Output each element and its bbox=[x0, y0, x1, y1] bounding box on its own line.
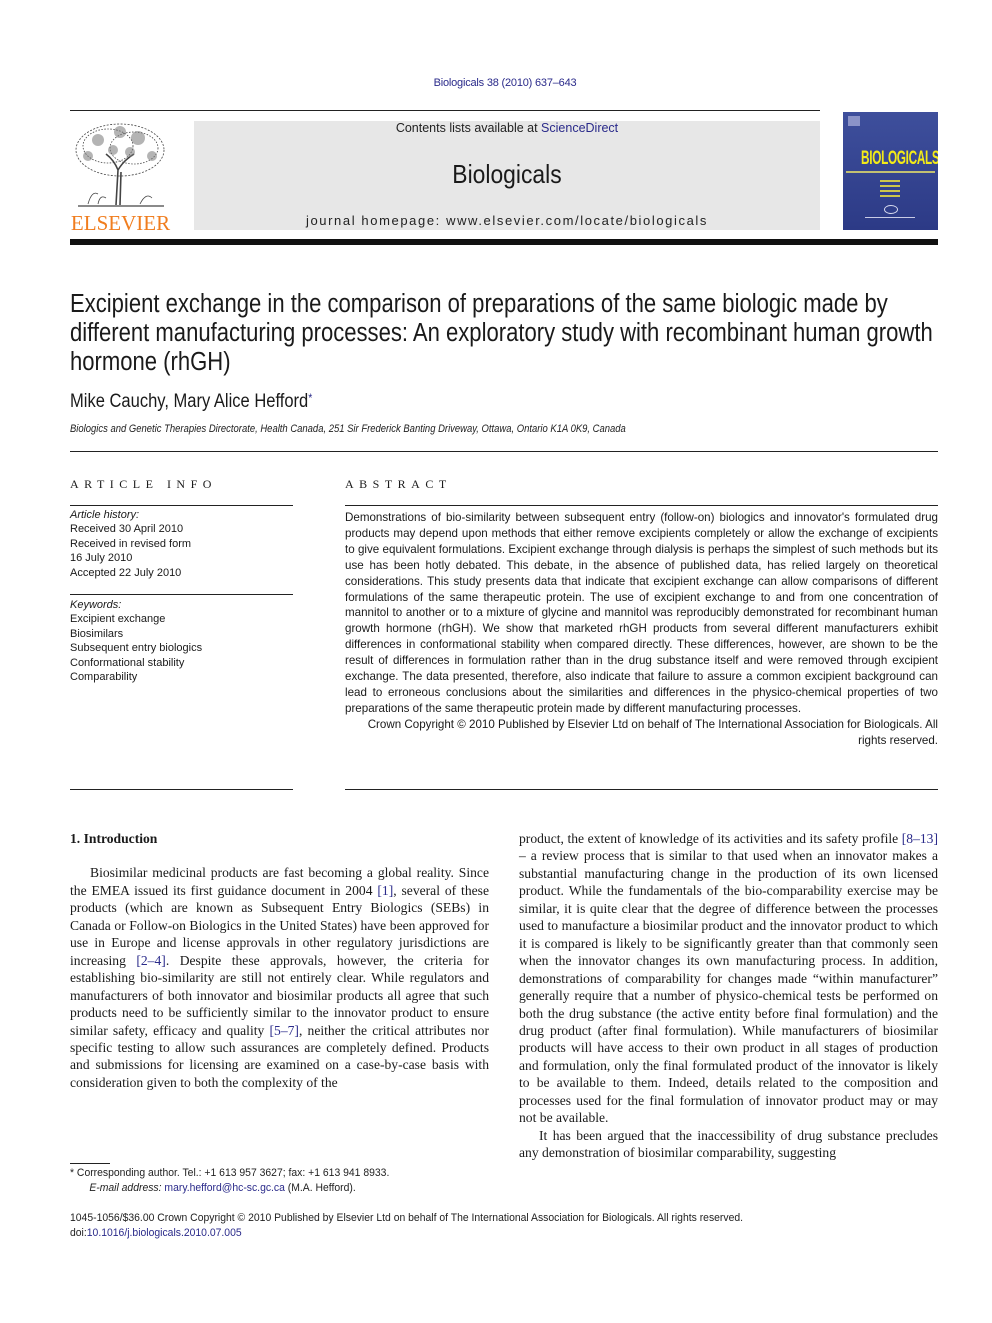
body-paragraph: Biosimilar medicinal products are fast b… bbox=[70, 864, 489, 1091]
issn-copyright-line: 1045-1056/$36.00 Crown Copyright © 2010 … bbox=[70, 1212, 744, 1224]
cover-emblem-icon bbox=[884, 205, 898, 214]
contents-line: Contents lists available at ScienceDirec… bbox=[194, 121, 820, 135]
history-item: 16 July 2010 bbox=[70, 552, 133, 565]
cover-text-line bbox=[880, 190, 900, 192]
body-text: product, the extent of knowledge of its … bbox=[519, 831, 902, 846]
keyword-item: Excipient exchange bbox=[70, 613, 166, 626]
history-item: Received in revised form bbox=[70, 537, 192, 550]
abstract-text: Demonstrations of bio-similarity between… bbox=[345, 511, 938, 715]
history-item: Received 30 April 2010 bbox=[70, 523, 184, 536]
cover-subtitle-bar bbox=[846, 171, 935, 173]
header-thick-rule bbox=[70, 239, 938, 245]
sciencedirect-link[interactable]: ScienceDirect bbox=[541, 121, 618, 135]
footnote-contact: * Corresponding author. Tel.: +1 613 957… bbox=[70, 1167, 390, 1179]
author-affiliation: Biologics and Genetic Therapies Director… bbox=[70, 423, 626, 435]
body-paragraph: It has been argued that the inaccessibil… bbox=[519, 1127, 938, 1161]
elsevier-wordmark: ELSEVIER bbox=[70, 211, 171, 235]
article-history: Article history: Received 30 April 2010 … bbox=[70, 508, 293, 580]
keywords-rule bbox=[70, 594, 293, 595]
abstract-heading: ABSTRACT bbox=[345, 477, 452, 491]
keywords-label: Keywords: bbox=[70, 599, 122, 611]
author-names: Mike Cauchy, Mary Alice Hefford bbox=[70, 391, 309, 412]
journal-homepage[interactable]: journal homepage: www.elsevier.com/locat… bbox=[194, 213, 820, 228]
keyword-item: Comparability bbox=[70, 671, 138, 684]
reference-link[interactable]: [1] bbox=[377, 883, 393, 898]
reference-link[interactable]: [8–13] bbox=[902, 831, 938, 846]
citation-link[interactable]: Biologicals 38 (2010) 637–643 bbox=[434, 77, 577, 89]
history-item: Accepted 22 July 2010 bbox=[70, 566, 182, 579]
history-label: Article history: bbox=[70, 509, 140, 521]
email-suffix: (M.A. Hefford). bbox=[284, 1182, 356, 1194]
elsevier-tree-icon bbox=[75, 123, 165, 207]
doi-label: doi: bbox=[70, 1227, 87, 1239]
keyword-item: Subsequent entry biologics bbox=[70, 642, 203, 655]
corresponding-author-footnote: * Corresponding author. Tel.: +1 613 957… bbox=[70, 1166, 389, 1196]
title-rule bbox=[70, 451, 938, 452]
cover-text-line bbox=[880, 180, 900, 182]
abstract-body: Demonstrations of bio-similarity between… bbox=[345, 510, 938, 749]
doi-link[interactable]: 10.1016/j.biologicals.2010.07.005 bbox=[87, 1227, 242, 1239]
article-info-bottom-rule bbox=[70, 789, 293, 790]
cover-publisher-icon bbox=[848, 116, 860, 126]
journal-title: Biologicals bbox=[452, 159, 562, 189]
body-paragraph: product, the extent of knowledge of its … bbox=[519, 830, 938, 1127]
body-column-right: product, the extent of knowledge of its … bbox=[519, 830, 938, 1162]
article-info-rule bbox=[70, 505, 293, 506]
corresponding-author-link[interactable]: * bbox=[308, 391, 312, 405]
article-title: Excipient exchange in the comparison of … bbox=[70, 290, 933, 376]
section-heading-introduction: 1. Introduction bbox=[70, 831, 158, 846]
footnote-email-line: E-mail address: mary.hefford@hc-sc.gc.ca… bbox=[70, 1181, 389, 1196]
header-rule bbox=[70, 110, 820, 111]
reference-link[interactable]: [5–7] bbox=[270, 1023, 299, 1038]
email-link[interactable]: mary.hefford@hc-sc.gc.ca bbox=[164, 1182, 284, 1194]
article-info-heading: ARTICLE INFO bbox=[70, 477, 217, 491]
cover-footer-line bbox=[865, 217, 915, 218]
journal-citation[interactable]: Biologicals 38 (2010) 637–643 bbox=[0, 77, 992, 89]
article-authors: Mike Cauchy, Mary Alice Hefford* bbox=[70, 391, 312, 413]
page-footer: 1045-1056/$36.00 Crown Copyright © 2010 … bbox=[70, 1211, 743, 1241]
cover-text-line bbox=[880, 195, 900, 197]
journal-banner: Contents lists available at ScienceDirec… bbox=[194, 121, 820, 230]
abstract-rule bbox=[345, 505, 938, 506]
keywords-list: Keywords: Excipient exchange Biosimilars… bbox=[70, 598, 293, 684]
cover-text-line bbox=[880, 185, 900, 187]
elsevier-logo[interactable]: ELSEVIER bbox=[68, 120, 173, 235]
keyword-item: Biosimilars bbox=[70, 627, 124, 640]
abstract-copyright: Crown Copyright © 2010 Published by Else… bbox=[367, 717, 938, 747]
keyword-item: Conformational stability bbox=[70, 656, 185, 669]
reference-link[interactable]: [2–4] bbox=[136, 953, 165, 968]
contents-prefix: Contents lists available at bbox=[395, 121, 542, 135]
body-column-left: 1. Introduction Biosimilar medicinal pro… bbox=[70, 830, 489, 1091]
email-label: E-mail address: bbox=[89, 1182, 165, 1194]
footnote-rule bbox=[70, 1163, 110, 1164]
doi-line: doi:10.1016/j.biologicals.2010.07.005 bbox=[70, 1226, 743, 1241]
journal-cover-thumbnail[interactable]: BIOLOGICALS bbox=[843, 112, 938, 230]
abstract-bottom-rule bbox=[345, 789, 938, 790]
cover-title: BIOLOGICALS bbox=[861, 148, 938, 169]
body-text: – a review process that is similar to th… bbox=[519, 848, 938, 1126]
